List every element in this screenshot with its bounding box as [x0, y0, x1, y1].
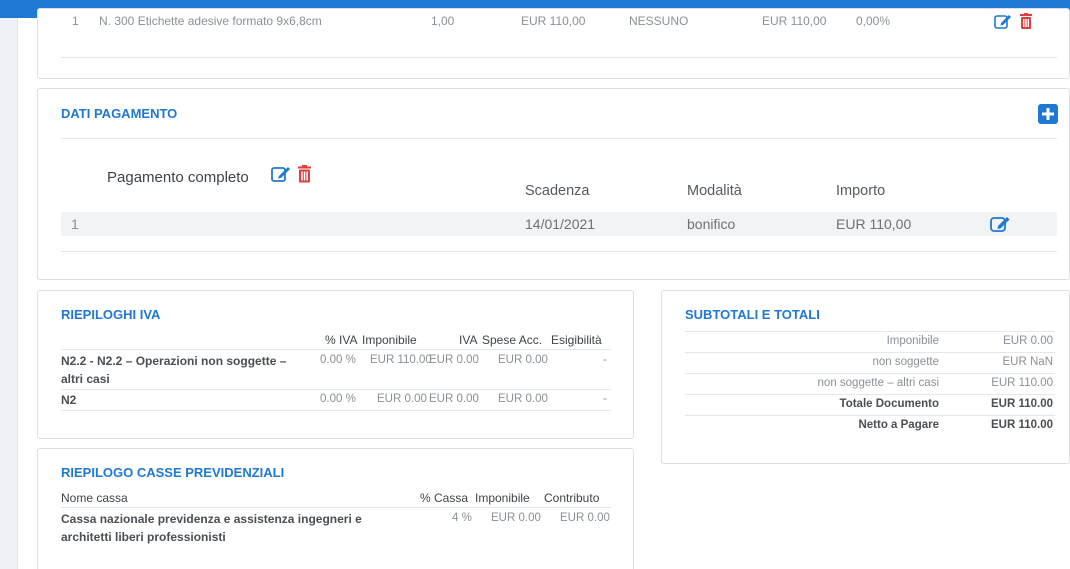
payment-header-modalita: Modalità [687, 183, 742, 199]
payment-row-divider [61, 251, 1057, 252]
vat-row-2-spese: EUR 0.00 [498, 393, 548, 405]
totals-card: SUBTOTALI E TOTALI Imponibile EUR 0.00 n… [661, 290, 1070, 464]
vat-header-iva: IVA [459, 333, 478, 347]
totals-divider-1 [685, 352, 1055, 353]
vat-row-2-divider [61, 410, 611, 411]
edit-payment-row-icon[interactable] [990, 214, 1011, 233]
totals-divider-2 [685, 373, 1055, 374]
pension-header-nome: Nome cassa [61, 491, 128, 505]
vat-row-1-pct: 0.00 % [320, 354, 356, 366]
payment-row-number: 1 [71, 216, 79, 232]
vat-row-2-iva: EUR 0.00 [429, 393, 479, 405]
totals-label-altri-casi: non soggette – altri casi [817, 377, 939, 389]
add-payment-icon[interactable] [1038, 104, 1058, 124]
totals-value-totale-documento: EUR 110.00 [990, 398, 1053, 410]
totals-title: SUBTOTALI E TOTALI [685, 307, 820, 322]
item-description: N. 300 Etichette adesive formato 9x6,8cm [99, 14, 322, 28]
vat-header-imponibile: Imponibile [362, 333, 417, 347]
vat-header-divider [61, 349, 611, 350]
payment-row-modalita: bonifico [687, 216, 736, 232]
totals-divider-4 [685, 415, 1055, 416]
items-card: 1 N. 300 Etichette adesive formato 9x6,8… [37, 8, 1070, 79]
totals-value-netto: EUR 110.00 [990, 419, 1053, 431]
pension-header-contributo: Contributo [544, 491, 600, 505]
item-vat: 0,00% [856, 14, 891, 28]
totals-value-imponibile: EUR 0.00 [1003, 335, 1053, 347]
totals-label-totale-documento: Totale Documento [839, 398, 939, 410]
vat-row-1-divider [61, 389, 611, 390]
payment-label: Pagamento completo [107, 169, 249, 186]
main-content: 1 N. 300 Etichette adesive formato 9x6,8… [18, 8, 1070, 569]
payment-header-importo: Importo [836, 183, 886, 199]
left-sidebar-strip [0, 18, 18, 569]
pension-header-imponibile: Imponibile [475, 491, 530, 505]
pension-row-pct: 4 % [452, 512, 472, 524]
vat-row-1-esigibilita: - [603, 354, 607, 366]
payment-row-importo: EUR 110,00 [836, 216, 912, 232]
vat-header-esigibilita: Esigibilità [551, 333, 602, 347]
totals-value-altri-casi: EUR 110.00 [991, 377, 1053, 389]
item-row-number: 1 [72, 14, 79, 28]
vat-row-1-iva: EUR 0.00 [429, 354, 479, 366]
item-row-divider [61, 57, 1057, 58]
item-price: EUR 110,00 [521, 14, 586, 28]
item-discount: NESSUNO [629, 14, 689, 28]
vat-row-2-esigibilita: - [603, 393, 607, 405]
totals-divider-0 [685, 331, 1055, 332]
pension-row-contributo: EUR 0.00 [560, 512, 610, 524]
pension-fund-card: RIEPILOGO CASSE PREVIDENZIALI Nome cassa… [37, 448, 634, 569]
delete-icon[interactable] [1019, 13, 1033, 29]
pension-header-pct: % Cassa [420, 491, 469, 505]
vat-row-1-name-cont: altri casi [61, 372, 110, 386]
totals-label-non-soggette: non soggette [872, 356, 939, 368]
vat-summary-title: RIEPILOGHI IVA [61, 307, 161, 322]
vat-row-2-name: N2 [61, 393, 77, 407]
vat-row-1-imponibile: EUR 110.00 [370, 354, 432, 366]
vat-row-2-imponibile: EUR 0.00 [377, 393, 427, 405]
payment-title-divider [61, 138, 1057, 139]
edit-icon[interactable] [994, 13, 1012, 29]
vat-row-1-name: N2.2 - N2.2 – Operazioni non soggette – [61, 354, 287, 368]
payment-card: DATI PAGAMENTO Pagamento completo Scaden… [37, 88, 1070, 280]
item-total: EUR 110,00 [762, 14, 827, 28]
vat-row-2-pct: 0.00 % [320, 393, 356, 405]
pension-header-divider [61, 507, 611, 508]
totals-value-non-soggette: EUR NaN [1002, 356, 1053, 368]
item-quantity: 1,00 [431, 14, 455, 28]
vat-header-spese: Spese Acc. [482, 333, 543, 347]
payment-title: DATI PAGAMENTO [61, 106, 178, 121]
payment-row-scadenza: 14/01/2021 [525, 216, 596, 232]
pension-row-imponibile: EUR 0.00 [491, 512, 541, 524]
pension-row-name-cont: architetti liberi professionisti [61, 530, 226, 544]
vat-summary-card: RIEPILOGHI IVA % IVA Imponibile IVA Spes… [37, 290, 634, 439]
totals-divider-3 [685, 394, 1055, 395]
totals-label-imponibile: Imponibile [886, 335, 939, 347]
vat-row-1-spese: EUR 0.00 [498, 354, 548, 366]
totals-label-netto: Netto a Pagare [858, 419, 939, 431]
vat-header-pct: % IVA [325, 333, 358, 347]
pension-fund-title: RIEPILOGO CASSE PREVIDENZIALI [61, 465, 285, 480]
edit-payment-icon[interactable] [271, 164, 291, 183]
delete-payment-icon[interactable] [297, 165, 312, 183]
pension-row-name: Cassa nazionale previdenza e assistenza … [61, 512, 362, 526]
payment-header-scadenza: Scadenza [525, 183, 590, 199]
